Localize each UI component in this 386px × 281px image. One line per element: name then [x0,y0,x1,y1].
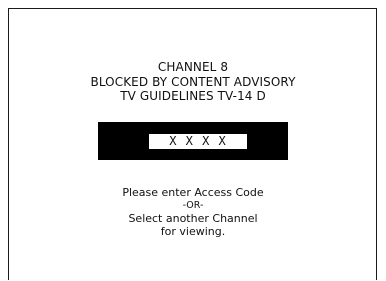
instructions: Please enter Access Code -OR- Select ano… [0,186,386,238]
or-separator: -OR- [182,200,204,211]
rating-label: TV GUIDELINES TV-14 D [120,89,266,103]
viewing-instruction: for viewing. [160,225,226,238]
advisory-header: CHANNEL 8 BLOCKED BY CONTENT ADVISORY TV… [0,60,386,104]
access-code-input[interactable]: X X X X [149,134,247,149]
blocked-message: BLOCKED BY CONTENT ADVISORY [90,74,296,89]
select-channel-instruction: Select another Channel [128,212,258,225]
enter-code-instruction: Please enter Access Code [122,186,264,199]
access-code-bar: X X X X [98,122,288,160]
channel-label: CHANNEL 8 [157,60,229,74]
